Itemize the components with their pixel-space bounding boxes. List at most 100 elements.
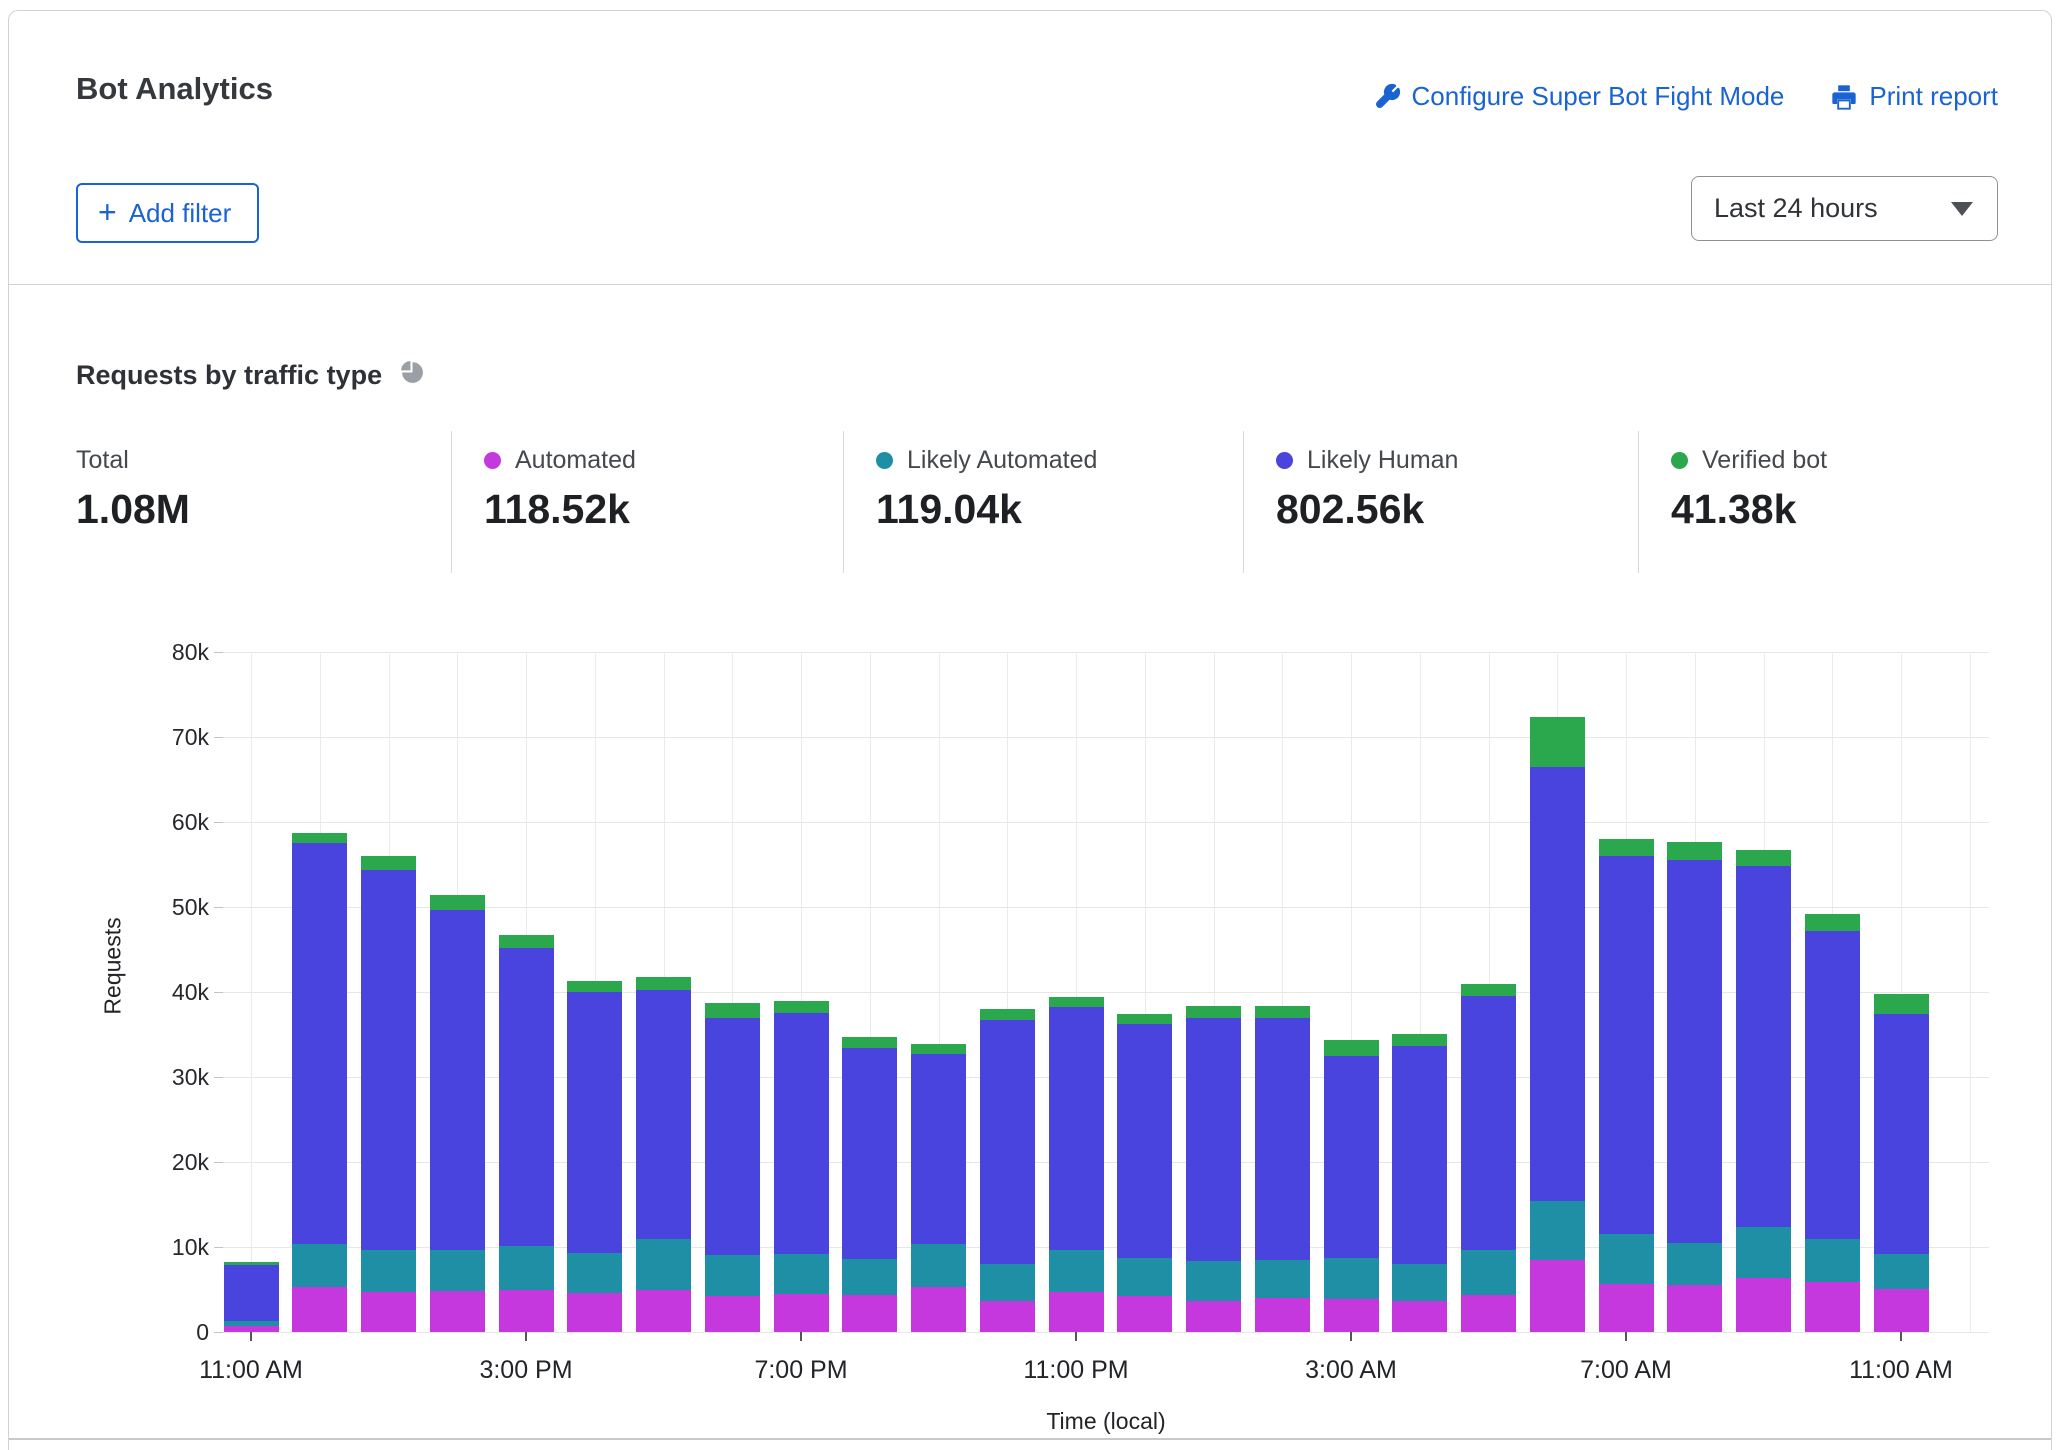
- pie-chart-icon: [398, 359, 425, 391]
- y-tick-label: 70k: [171, 724, 209, 750]
- bar-segment-verified-bot: [1873, 993, 1929, 1015]
- x-tick-mark: [1625, 1332, 1627, 1341]
- bar-segment-likely-automated: [979, 1264, 1035, 1302]
- bar-segment-likely-human: [223, 1264, 279, 1321]
- bar-segment-verified-bot: [1323, 1039, 1379, 1056]
- stacked-bar[interactable]: [1392, 1033, 1448, 1332]
- bar-segment-likely-automated: [1461, 1250, 1516, 1296]
- time-range-value: Last 24 hours: [1714, 193, 1878, 223]
- stat-label: Total: [76, 446, 129, 474]
- bar-segment-automated: [1117, 1296, 1173, 1332]
- y-gridline: [223, 907, 1989, 908]
- bar-segment-likely-human: [567, 992, 623, 1253]
- y-tick-label: 20k: [171, 1149, 209, 1175]
- stat-label: Likely Automated: [907, 446, 1098, 474]
- x-tick-label: 11:00 AM: [1849, 1356, 1953, 1384]
- bar-segment-likely-automated: [361, 1250, 416, 1293]
- stacked-bar[interactable]: [361, 856, 416, 1332]
- stat-value: 1.08M: [76, 486, 190, 532]
- legend-dot-icon: [1671, 451, 1688, 469]
- y-tick-label: 50k: [171, 894, 209, 920]
- stat-value: 118.52k: [484, 486, 630, 532]
- stacked-bar[interactable]: [292, 833, 348, 1332]
- stacked-bar[interactable]: [1186, 1006, 1241, 1332]
- stat-label: Likely Human: [1307, 446, 1459, 474]
- stacked-bar[interactable]: [1873, 993, 1929, 1332]
- stat-value: 802.56k: [1276, 486, 1425, 532]
- bar-segment-likely-human: [773, 1013, 829, 1254]
- stacked-bar[interactable]: [223, 1262, 279, 1332]
- bar-segment-verified-bot: [1667, 842, 1723, 861]
- bar-segment-likely-automated: [636, 1239, 691, 1290]
- stat-automated: Automated 118.52k: [451, 431, 843, 573]
- bar-segment-automated: [636, 1289, 691, 1332]
- stacked-bar[interactable]: [1323, 1039, 1379, 1332]
- print-report-link[interactable]: Print report: [1830, 81, 1998, 112]
- stacked-bar[interactable]: [1598, 839, 1654, 1332]
- stacked-bar[interactable]: [636, 976, 691, 1332]
- bar-segment-likely-human: [1254, 1018, 1310, 1260]
- stacked-bar[interactable]: [498, 935, 554, 1332]
- stacked-bar[interactable]: [704, 1003, 760, 1332]
- bottom-divider: [9, 1438, 2051, 1440]
- bar-segment-verified-bot: [498, 935, 554, 948]
- x-tick-mark: [250, 1332, 252, 1341]
- x-tick-mark: [525, 1332, 527, 1341]
- stacked-bar[interactable]: [1048, 997, 1104, 1332]
- stat-label: Automated: [515, 446, 636, 474]
- y-tick-mark: [214, 652, 223, 653]
- stacked-bar[interactable]: [1804, 913, 1860, 1332]
- y-tick-mark: [214, 1077, 223, 1078]
- bar-segment-likely-human: [1048, 1007, 1104, 1251]
- stacked-bar[interactable]: [1736, 850, 1791, 1332]
- stacked-bar[interactable]: [979, 1009, 1035, 1332]
- y-gridline: [223, 737, 1989, 738]
- y-tick-mark: [214, 992, 223, 993]
- stacked-bar[interactable]: [429, 895, 485, 1332]
- bar-segment-automated: [498, 1290, 554, 1332]
- x-gridline: [1969, 652, 1971, 1332]
- x-tick-label: 11:00 PM: [1023, 1356, 1129, 1384]
- bar-segment-automated: [361, 1292, 416, 1332]
- bar-segment-likely-human: [1186, 1017, 1241, 1262]
- x-tick-mark: [1350, 1332, 1352, 1341]
- stacked-bar[interactable]: [567, 980, 623, 1332]
- bar-segment-likely-automated: [1736, 1227, 1791, 1278]
- y-gridline: [223, 822, 1989, 823]
- section-title: Requests by traffic type: [76, 359, 383, 390]
- bar-segment-likely-human: [1392, 1045, 1448, 1265]
- stacked-bar[interactable]: [1254, 1006, 1310, 1332]
- bot-analytics-card: Bot Analytics Configure Super Bot Fight …: [8, 10, 2052, 1450]
- bar-segment-verified-bot: [773, 1000, 829, 1014]
- bar-segment-automated: [567, 1292, 623, 1332]
- stacked-bar[interactable]: [842, 1037, 898, 1332]
- bar-segment-automated: [1254, 1298, 1310, 1332]
- header-links: Configure Super Bot Fight Mode Print rep…: [1374, 81, 1998, 112]
- stacked-bar[interactable]: [1117, 1014, 1173, 1332]
- bar-segment-likely-automated: [773, 1253, 829, 1294]
- stat-label: Verified bot: [1702, 446, 1828, 474]
- bar-segment-automated: [1598, 1283, 1654, 1332]
- stacked-bar[interactable]: [1667, 842, 1723, 1332]
- bar-segment-likely-automated: [1254, 1259, 1310, 1298]
- bar-segment-automated: [1529, 1259, 1585, 1332]
- time-range-select[interactable]: Last 24 hours: [1691, 176, 1998, 241]
- x-tick-label: 11:00 AM: [199, 1356, 303, 1384]
- y-tick-label: 10k: [171, 1234, 209, 1260]
- stacked-bar[interactable]: [911, 1043, 966, 1332]
- configure-super-bot-fight-mode-link[interactable]: Configure Super Bot Fight Mode: [1374, 81, 1784, 112]
- x-gridline: [251, 652, 252, 1332]
- bar-segment-automated: [1392, 1300, 1448, 1332]
- chevron-down-icon: [1951, 201, 1973, 216]
- legend-dot-icon: [484, 451, 501, 469]
- stacked-bar[interactable]: [773, 1000, 829, 1332]
- add-filter-button[interactable]: + Add filter: [76, 183, 260, 243]
- bar-segment-likely-automated: [1804, 1239, 1860, 1282]
- bar-segment-likely-human: [979, 1020, 1035, 1265]
- x-tick-mark: [1900, 1332, 1902, 1341]
- bar-segment-likely-human: [636, 990, 691, 1240]
- stacked-bar[interactable]: [1461, 984, 1516, 1332]
- stacked-bar[interactable]: [1529, 716, 1585, 1332]
- bar-segment-verified-bot: [429, 895, 485, 911]
- bar-segment-verified-bot: [1048, 997, 1104, 1008]
